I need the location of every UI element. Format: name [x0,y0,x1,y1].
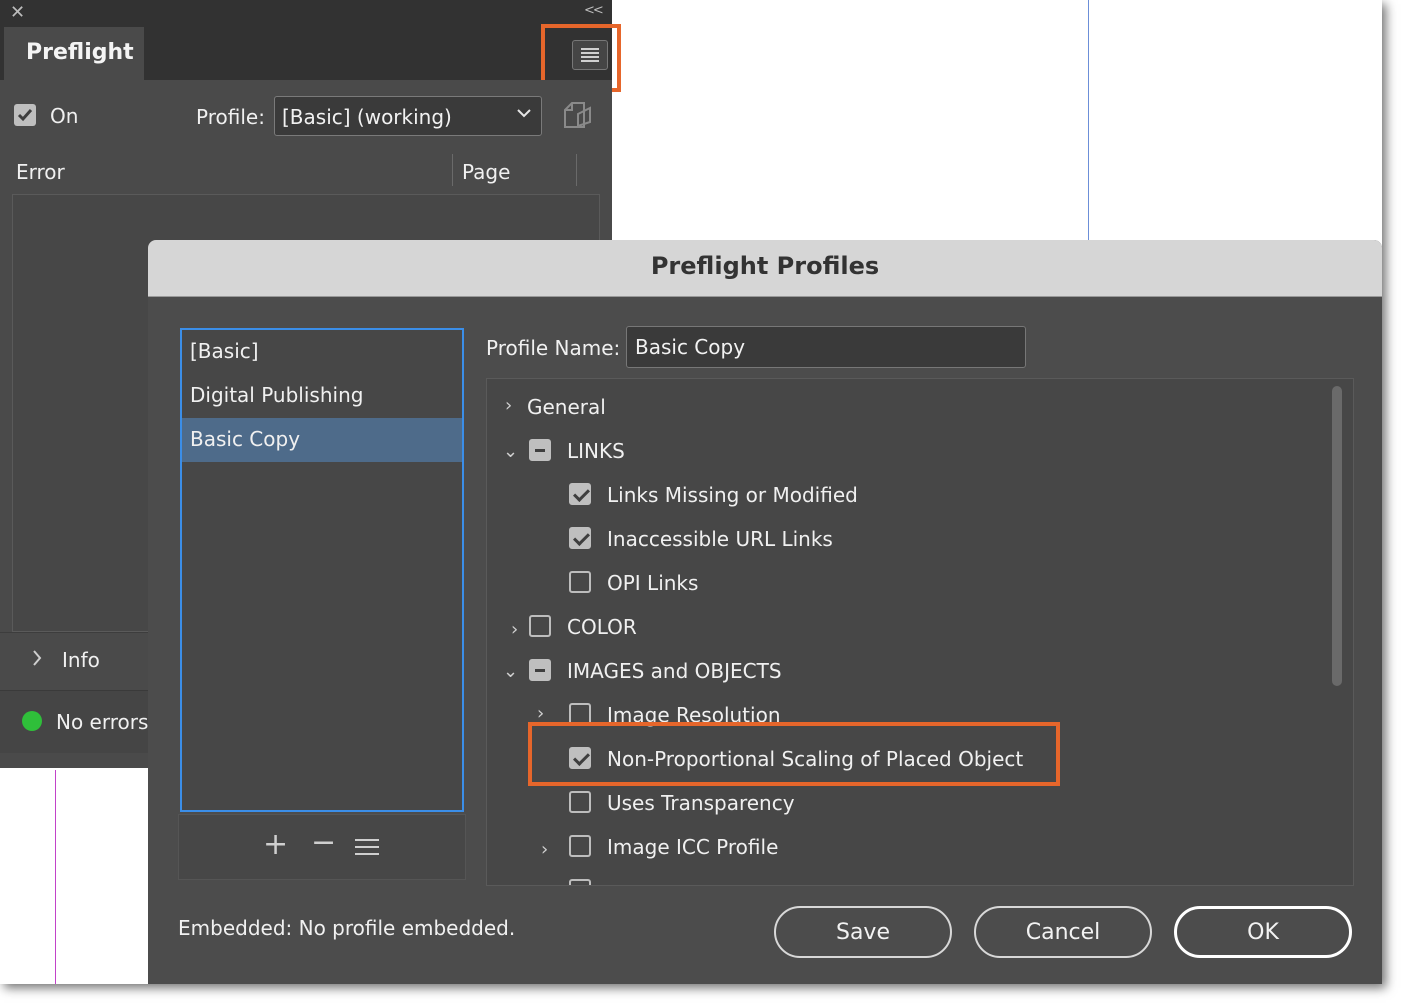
tree-row-image-icc-profile[interactable]: › Image ICC Profile [487,831,1327,865]
checkbox-image-icc-profile[interactable] [569,835,591,857]
checkbox-partial[interactable] [569,879,591,885]
profile-menu-button[interactable] [355,839,379,860]
tree-row-general[interactable]: › General [487,391,1327,425]
define-profiles-icon[interactable] [562,100,594,134]
chevron-right-icon[interactable]: › [537,703,544,724]
column-separator [576,154,577,186]
tree-row-color[interactable]: › COLOR [487,611,1327,645]
checkbox-images-objects[interactable] [529,659,551,681]
on-checkbox[interactable] [14,104,36,126]
tree-row-links[interactable]: ⌄ LINKS [487,435,1327,469]
document-margin-line [55,770,56,984]
column-header-page[interactable]: Page [462,160,510,184]
scrollbar-thumb[interactable] [1332,386,1342,686]
tree-row-links-missing[interactable]: Links Missing or Modified [487,479,1327,513]
tree-row-partial[interactable] [487,875,1327,885]
chevron-right-icon[interactable]: › [505,395,512,416]
checkbox-links-missing[interactable] [569,483,591,505]
embedded-status-text: Embedded: No profile embedded. [178,916,516,940]
checkbox-opi-links[interactable] [569,571,591,593]
profile-label: Profile: [196,105,265,129]
chevron-right-icon[interactable]: › [541,839,548,860]
app-window: ✕ << Preflight On Profile: [Basic] (work… [0,0,1382,984]
profile-name-label: Profile Name: [486,336,621,360]
checkbox-links[interactable] [529,439,551,461]
preflight-profiles-dialog: Preflight Profiles [Basic] Digital Publi… [148,240,1382,984]
list-item[interactable]: [Basic] [182,330,462,374]
tree-row-inaccessible-url[interactable]: Inaccessible URL Links [487,523,1327,557]
tree-row-images-objects[interactable]: ⌄ IMAGES and OBJECTS [487,655,1327,689]
remove-profile-button[interactable]: − [311,825,336,860]
add-profile-button[interactable]: + [263,827,288,862]
profiles-list[interactable]: [Basic] Digital Publishing Basic Copy [180,328,464,812]
tree-row-opi-links[interactable]: OPI Links [487,567,1327,601]
status-indicator-icon [22,711,42,731]
list-buttons-bar: + − [178,814,466,880]
chevron-right-icon[interactable]: › [511,619,518,640]
list-item-selected[interactable]: Basic Copy [182,418,462,462]
checkbox-color[interactable] [529,615,551,637]
info-label[interactable]: Info [62,648,100,672]
tab-preflight-label: Preflight [26,40,134,65]
chevron-down-icon[interactable]: ⌄ [503,441,518,462]
dialog-title: Preflight Profiles [650,252,880,280]
checkbox-inaccessible-url[interactable] [569,527,591,549]
list-item[interactable]: Digital Publishing [182,374,462,418]
collapse-icon[interactable]: << [584,3,604,18]
profile-name-input[interactable] [626,326,1026,368]
close-icon[interactable]: ✕ [10,2,25,23]
chevron-down-icon[interactable]: ⌄ [503,661,518,682]
checkmark-icon [17,109,33,122]
on-label: On [50,104,79,128]
ok-button[interactable]: OK [1174,906,1352,958]
column-separator [452,154,453,186]
tree-row-uses-transparency[interactable]: Uses Transparency [487,787,1327,821]
panel-title-bar [0,0,612,25]
chevron-down-icon [516,104,532,123]
status-text: No errors [56,710,149,734]
tree-scrollbar[interactable] [1328,386,1348,876]
chevron-right-icon[interactable] [32,649,42,672]
column-header-error[interactable]: Error [16,160,65,184]
checkbox-uses-transparency[interactable] [569,791,591,813]
cancel-button[interactable]: Cancel [974,906,1152,958]
document-guide-line [1088,0,1089,240]
highlight-box [528,722,1060,786]
profile-select-value: [Basic] (working) [282,105,452,129]
checks-tree: › General ⌄ LINKS Links Missing or Modif… [486,378,1354,886]
save-button[interactable]: Save [774,906,952,958]
